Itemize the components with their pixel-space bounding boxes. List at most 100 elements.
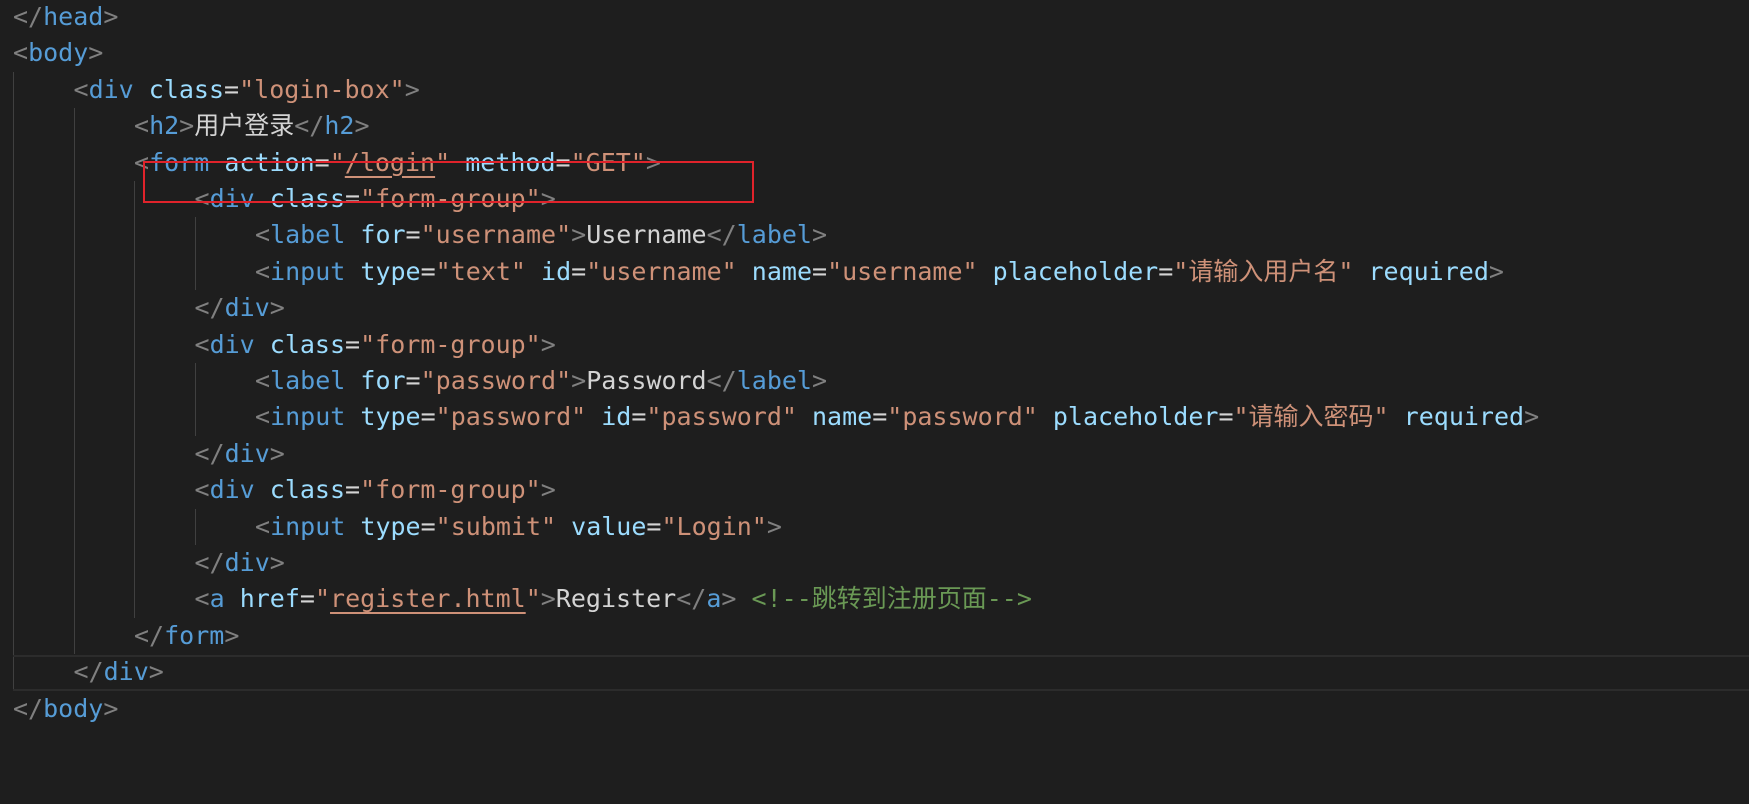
text-content [526, 257, 541, 286]
tag-name: label [736, 220, 812, 250]
tag-bracket: </ [194, 293, 225, 323]
text-content [556, 512, 571, 541]
text-content [737, 257, 752, 286]
equals-sign: = [224, 74, 240, 104]
tag-bracket: </ [194, 438, 225, 468]
tag-bracket: </ [73, 657, 104, 687]
tag-bracket: > [1524, 402, 1540, 432]
tag-bracket: < [13, 38, 29, 68]
equals-sign: = [1158, 256, 1174, 286]
attribute-name: name [812, 402, 873, 432]
tag-name: h2 [324, 111, 355, 141]
tag-bracket: < [73, 74, 89, 104]
tag-bracket: > [540, 584, 556, 614]
attribute-name: placeholder [992, 256, 1159, 286]
indent-guide [194, 363, 196, 436]
attribute-name: value [571, 511, 647, 541]
code-editor[interactable]: </head> <body> <div class="login-box"> <h2>… [0, 0, 1749, 804]
tag-name: a [209, 584, 225, 614]
tag-bracket: > [766, 511, 782, 541]
attribute-value: "password" [887, 402, 1038, 432]
text-content [345, 257, 360, 286]
code-line[interactable]: <div class="form-group"> [195, 327, 556, 363]
equals-sign: = [420, 511, 436, 541]
tag-name: body [28, 38, 89, 68]
tag-bracket: < [194, 475, 210, 505]
equals-sign: = [345, 329, 361, 359]
code-line[interactable]: <label for="password">Password</label> [255, 363, 827, 399]
tag-bracket: </ [194, 548, 225, 577]
attribute-name: required [1403, 402, 1525, 432]
attribute-value: "text" [435, 256, 526, 286]
tag-bracket: > [354, 111, 370, 141]
attribute-value: " [525, 584, 541, 614]
text-content [1353, 257, 1368, 286]
attribute-name: placeholder [1052, 402, 1219, 432]
tag-bracket: > [103, 693, 119, 723]
tag-bracket: < [255, 366, 271, 395]
tag-bracket: </ [13, 2, 44, 31]
code-line[interactable]: </div> [195, 545, 285, 581]
code-line[interactable]: </head> [13, 0, 118, 35]
equals-sign: = [405, 366, 421, 395]
text-content: Register [555, 584, 677, 614]
attribute-value: "username" [827, 256, 978, 286]
tag-bracket: > [148, 657, 164, 687]
tag-name: head [43, 2, 104, 31]
tag-name: div [103, 657, 149, 687]
tag-bracket: </ [676, 584, 707, 614]
tag-bracket: > [103, 2, 119, 31]
tag-name: label [736, 366, 812, 395]
code-line[interactable]: </div> [74, 654, 164, 690]
tag-bracket: > [269, 293, 285, 323]
tag-name: h2 [149, 111, 180, 141]
tag-bracket: > [811, 220, 828, 250]
text-content [797, 402, 812, 431]
text-content [225, 584, 240, 613]
code-line[interactable]: <a href="register.html">Register</a> <!-… [195, 581, 1032, 617]
tag-name: label [270, 366, 346, 395]
code-line[interactable]: <body> [13, 35, 103, 71]
tag-bracket: </ [706, 366, 737, 395]
attribute-value: "username" [420, 220, 572, 250]
text-content [736, 584, 751, 613]
code-line[interactable]: </div> [195, 290, 285, 326]
code-line[interactable]: <h2>用户登录</h2> [134, 108, 370, 144]
text-content: 用户登录 [194, 111, 295, 141]
code-line[interactable]: <div class="form-group"> [195, 472, 556, 508]
link-value: register.html [330, 584, 526, 614]
text-content [586, 402, 601, 431]
attribute-name: id [601, 402, 632, 432]
tag-bracket: > [179, 111, 195, 141]
text-content: Username [586, 220, 707, 250]
attribute-name: type [360, 256, 421, 286]
code-line[interactable]: </body> [13, 691, 118, 727]
tag-bracket: > [404, 74, 420, 104]
tag-name: input [270, 511, 346, 541]
code-line[interactable]: <input type="submit" value="Login"> [255, 509, 782, 545]
attribute-name: type [360, 511, 421, 541]
text-content [134, 75, 149, 104]
indent-guide [194, 508, 196, 545]
code-line[interactable]: <div class="login-box"> [74, 72, 420, 108]
attribute-value: "login-box" [239, 74, 405, 104]
code-line[interactable]: <input type="text" id="username" name="u… [255, 254, 1504, 290]
tag-name: div [209, 329, 255, 359]
attribute-name: href [239, 584, 300, 614]
tag-bracket: > [540, 475, 556, 505]
code-line[interactable]: </div> [195, 436, 285, 472]
equals-sign: = [420, 256, 436, 286]
tag-bracket: > [269, 438, 285, 468]
tag-name: form [164, 620, 225, 650]
tag-bracket: </ [13, 693, 44, 723]
text-content [978, 257, 993, 286]
tag-bracket: > [224, 620, 240, 650]
attribute-value: "password" [435, 402, 587, 432]
tag-bracket: > [269, 548, 285, 577]
code-line[interactable]: <label for="username">Username</label> [255, 217, 827, 253]
attribute-value: "password" [646, 402, 797, 432]
tag-name: div [224, 438, 270, 468]
attribute-name: for [360, 220, 406, 250]
code-line[interactable]: </form> [134, 618, 239, 654]
code-line[interactable]: <input type="password" id="password" nam… [255, 399, 1539, 435]
